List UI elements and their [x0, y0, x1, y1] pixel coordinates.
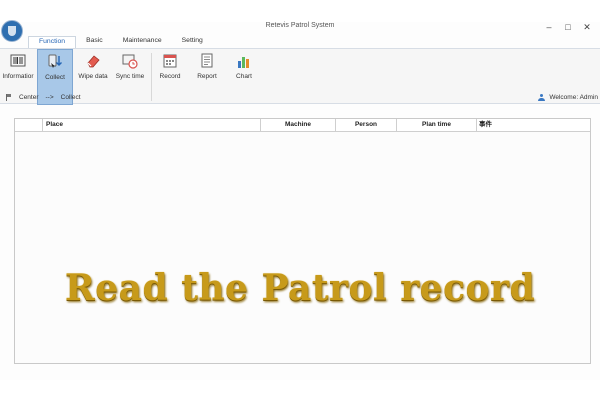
- title-bar: Retevis Patrol System – □ ✕: [0, 20, 600, 42]
- welcome-area: Welcome: Admin: [538, 94, 598, 101]
- column-place[interactable]: Place: [43, 119, 261, 131]
- breadcrumb-center[interactable]: Center: [19, 94, 39, 101]
- sync-time-label: Sync time: [115, 73, 145, 80]
- tab-function[interactable]: Function: [28, 36, 77, 48]
- overlay-caption: Read the Patrol record: [64, 267, 536, 309]
- tab-maintenance[interactable]: Maintenance: [113, 36, 172, 48]
- sync-clock-icon: [122, 53, 138, 69]
- report-document-icon: [199, 53, 215, 69]
- window-controls: – □ ✕: [544, 22, 592, 33]
- calendar-icon: [162, 53, 178, 69]
- eraser-icon: [85, 53, 101, 69]
- menu-tabs: Function Basic Maintenance Setting: [28, 36, 213, 48]
- flag-icon: [6, 94, 12, 101]
- user-icon: [538, 94, 546, 101]
- app-window: Retevis Patrol System – □ ✕ Function Bas…: [0, 20, 600, 380]
- sync-time-button[interactable]: Sync time: [113, 49, 147, 105]
- ribbon-toolbar: Informatior Collect Wipe data Sync time: [0, 48, 600, 105]
- ribbon-separator: [151, 53, 152, 101]
- information-label: Informatior: [2, 73, 34, 80]
- breadcrumb-current: Collect: [60, 94, 81, 101]
- collect-download-icon: [47, 54, 63, 70]
- chart-label: Chart: [236, 73, 252, 80]
- column-person[interactable]: Person: [336, 119, 397, 131]
- column-event[interactable]: 事件: [477, 119, 592, 131]
- tab-setting[interactable]: Setting: [172, 36, 213, 48]
- tab-basic[interactable]: Basic: [76, 36, 113, 48]
- record-button[interactable]: Record: [154, 49, 186, 105]
- close-icon[interactable]: ✕: [582, 22, 592, 33]
- bar-chart-icon: [236, 53, 252, 69]
- column-plan-time[interactable]: Plan time: [397, 119, 477, 131]
- records-table[interactable]: Place Machine Person Plan time 事件: [14, 118, 591, 364]
- chart-button[interactable]: Chart: [229, 49, 259, 105]
- collect-label: Collect: [45, 74, 65, 81]
- table-header: Place Machine Person Plan time 事件: [15, 119, 590, 132]
- report-button[interactable]: Report: [191, 49, 223, 105]
- row-selector-header: [15, 119, 43, 131]
- report-label: Report: [197, 73, 217, 80]
- maximize-icon[interactable]: □: [563, 22, 573, 33]
- wipe-data-label: Wipe data: [78, 73, 108, 80]
- barcode-icon: [10, 53, 26, 69]
- minimize-icon[interactable]: –: [544, 22, 554, 33]
- breadcrumb-arrow: -->: [45, 94, 54, 101]
- welcome-text: Welcome: Admin: [549, 94, 598, 101]
- breadcrumb: Center --> Collect: [6, 94, 81, 101]
- window-title: Retevis Patrol System: [265, 22, 335, 29]
- column-machine[interactable]: Machine: [261, 119, 336, 131]
- record-label: Record: [159, 73, 181, 80]
